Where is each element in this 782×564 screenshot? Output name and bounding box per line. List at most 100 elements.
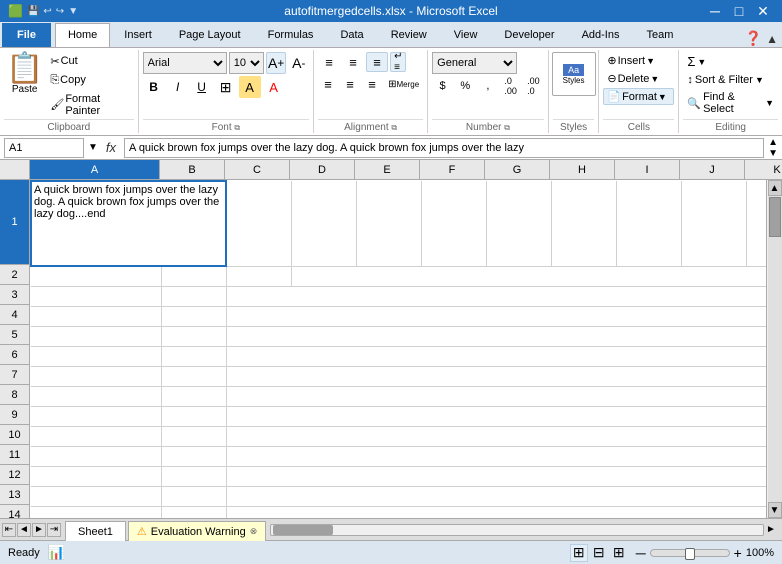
minimize-button[interactable]: ─ <box>704 2 726 20</box>
row-num-4[interactable]: 4 <box>0 305 29 325</box>
currency-button[interactable]: $ <box>432 76 453 96</box>
cell-a10[interactable] <box>31 426 161 446</box>
wrap-text-button[interactable]: ↵≡ <box>390 52 406 72</box>
cell-rest-5[interactable] <box>226 326 766 346</box>
h-scroll-thumb[interactable] <box>273 525 333 535</box>
row-num-2[interactable]: 2 <box>0 265 29 285</box>
increase-decimal-button[interactable]: .0.00 <box>500 76 521 96</box>
tab-developer[interactable]: Developer <box>491 23 567 47</box>
cell-a6[interactable] <box>31 346 161 366</box>
workbook-connect-icon[interactable]: 📊 <box>48 544 65 561</box>
font-color-button[interactable]: A <box>263 76 285 98</box>
col-header-h[interactable]: H <box>550 160 615 179</box>
cell-c1[interactable] <box>226 181 291 266</box>
tab-insert[interactable]: Insert <box>111 23 165 47</box>
cell-rest-11[interactable] <box>226 446 766 466</box>
cell-b11[interactable] <box>161 446 226 466</box>
cell-j1[interactable] <box>681 181 746 266</box>
formula-expand-icon[interactable]: ▼ <box>88 142 98 153</box>
tab-home[interactable]: Home <box>55 23 110 47</box>
zoom-slider-thumb[interactable] <box>685 548 695 560</box>
cell-k1[interactable] <box>746 181 766 266</box>
h-scroll-right[interactable]: ► <box>766 524 778 535</box>
quick-access-dropdown[interactable]: ▼ <box>68 6 78 17</box>
col-header-a[interactable]: A <box>30 160 160 179</box>
quick-access-redo[interactable]: ↪ <box>56 6 64 17</box>
formula-input[interactable] <box>124 138 764 158</box>
autosum-button[interactable]: Σ ▼ <box>683 52 778 71</box>
cell-rest-8[interactable] <box>226 386 766 406</box>
delete-dropdown-arrow[interactable]: ▼ <box>650 74 659 84</box>
sheet-tab-warning[interactable]: ⚠ Evaluation Warning ⊗ <box>128 521 266 541</box>
align-left-button[interactable]: ≡ <box>318 74 338 94</box>
percent-button[interactable]: % <box>455 76 476 96</box>
font-group-expand[interactable]: ⧉ <box>234 123 240 132</box>
align-top-center-button[interactable]: ≡ <box>342 52 364 72</box>
page-layout-view-button[interactable]: ⊟ <box>590 544 608 562</box>
row-num-9[interactable]: 9 <box>0 405 29 425</box>
copy-button[interactable]: ⎘ Copy <box>47 72 133 89</box>
cell-rest-6[interactable] <box>226 346 766 366</box>
row-num-13[interactable]: 13 <box>0 485 29 505</box>
cell-reference-box[interactable]: A1 <box>4 138 84 158</box>
normal-view-button[interactable]: ⊞ <box>570 544 588 562</box>
cell-a7[interactable] <box>31 366 161 386</box>
sheet-tab-sheet1[interactable]: Sheet1 <box>65 521 126 541</box>
tab-add-ins[interactable]: Add-Ins <box>569 23 633 47</box>
cell-b9[interactable] <box>161 406 226 426</box>
cell-rest-12[interactable] <box>226 466 766 486</box>
cell-c2[interactable] <box>226 266 291 286</box>
decrease-decimal-button[interactable]: .00.0 <box>523 76 544 96</box>
merge-center-button[interactable]: ⊞Merge <box>384 74 423 94</box>
tab-view[interactable]: View <box>441 23 491 47</box>
scroll-down-button[interactable]: ▼ <box>768 502 782 518</box>
cell-b10[interactable] <box>161 426 226 446</box>
row-num-14[interactable]: 14 <box>0 505 29 518</box>
col-header-e[interactable]: E <box>355 160 420 179</box>
align-right-button[interactable]: ≡ <box>362 74 382 94</box>
cell-rest-10[interactable] <box>226 426 766 446</box>
cell-rest-4[interactable] <box>226 306 766 326</box>
align-center-button[interactable]: ≡ <box>340 74 360 94</box>
cell-a12[interactable] <box>31 466 161 486</box>
col-header-j[interactable]: J <box>680 160 745 179</box>
increase-font-button[interactable]: A+ <box>266 52 287 74</box>
cell-a5[interactable] <box>31 326 161 346</box>
row-num-12[interactable]: 12 <box>0 465 29 485</box>
cell-b7[interactable] <box>161 366 226 386</box>
close-button[interactable]: ✕ <box>752 2 774 20</box>
tab-file[interactable]: File <box>2 23 51 47</box>
underline-button[interactable]: U <box>191 76 213 98</box>
styles-button[interactable]: Aa Styles <box>552 52 596 96</box>
restore-button[interactable]: □ <box>728 2 750 20</box>
cell-b13[interactable] <box>161 486 226 506</box>
scroll-up-button[interactable]: ▲ <box>768 180 782 196</box>
fill-color-button[interactable]: A <box>239 76 261 98</box>
cell-e1[interactable] <box>356 181 421 266</box>
find-dropdown[interactable]: ▼ <box>765 98 774 108</box>
cell-b12[interactable] <box>161 466 226 486</box>
comma-button[interactable]: , <box>478 76 499 96</box>
vertical-scrollbar[interactable]: ▲ ▼ <box>766 180 782 518</box>
col-header-k[interactable]: K <box>745 160 782 179</box>
cell-i1[interactable] <box>616 181 681 266</box>
format-painter-button[interactable]: 🖌 Format Painter <box>47 91 133 119</box>
tab-formulas[interactable]: Formulas <box>255 23 327 47</box>
border-button[interactable]: ⊞ <box>215 76 237 98</box>
cell-rest-14[interactable] <box>226 506 766 518</box>
sort-filter-button[interactable]: ↕ Sort & Filter ▼ <box>683 72 778 88</box>
sheet-nav-prev[interactable]: ◄ <box>17 523 31 537</box>
cell-rest-3[interactable] <box>226 286 766 306</box>
cell-a3[interactable] <box>31 286 161 306</box>
sheet-nav-first[interactable]: ⇤ <box>2 523 16 537</box>
zoom-out-button[interactable]: ─ <box>636 545 646 561</box>
help-icon[interactable]: ❓ <box>745 30 762 47</box>
italic-button[interactable]: I <box>167 76 189 98</box>
col-header-f[interactable]: F <box>420 160 485 179</box>
col-header-i[interactable]: I <box>615 160 680 179</box>
page-break-view-button[interactable]: ⊞ <box>610 544 628 562</box>
format-button[interactable]: 📄 Format ▼ <box>603 88 674 105</box>
paste-button[interactable]: 📋 Paste <box>4 52 45 119</box>
cell-a11[interactable] <box>31 446 161 466</box>
bold-button[interactable]: B <box>143 76 165 98</box>
